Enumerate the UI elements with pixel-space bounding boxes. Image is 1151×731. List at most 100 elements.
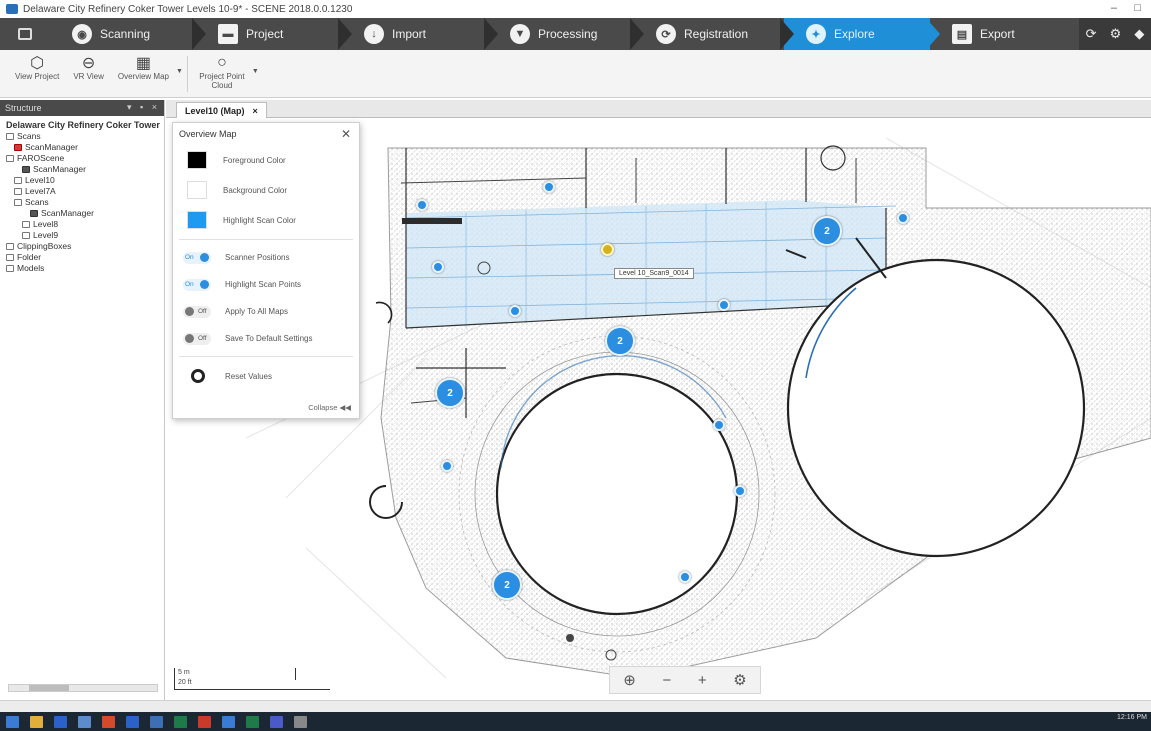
scan-manager-icon xyxy=(30,210,38,217)
ribbon-toolbar: ⬡ View Project ⊖ VR View ▦ Overview Map … xyxy=(0,50,1151,98)
reset-values-button[interactable]: Reset Values xyxy=(173,361,359,391)
tree-item[interactable]: Level9 xyxy=(6,230,164,241)
zoom-fit-icon[interactable]: ⊕ xyxy=(623,671,636,689)
background-color-swatch[interactable] xyxy=(187,181,207,199)
workflow-step-export[interactable]: ▤ Export xyxy=(926,18,1076,50)
panel-controls[interactable]: ▾ ▪ × xyxy=(127,102,160,113)
scrollbar-thumb[interactable] xyxy=(29,685,69,691)
project-icon[interactable] xyxy=(246,715,259,728)
scan-position-marker[interactable] xyxy=(543,181,555,193)
highlight-color-row[interactable]: Highlight Scan Color xyxy=(173,205,359,235)
project-point-cloud-dropdown-icon[interactable]: ▼ xyxy=(252,68,259,75)
foreground-color-swatch[interactable] xyxy=(187,151,207,169)
word-icon[interactable] xyxy=(54,715,67,728)
file-explorer-icon[interactable] xyxy=(30,715,43,728)
tree-item[interactable]: Level7A xyxy=(6,186,164,197)
tree-item[interactable]: Level8 xyxy=(6,219,164,230)
highlight-color-swatch[interactable] xyxy=(187,211,207,229)
tree-item[interactable]: ScanManager xyxy=(6,208,164,219)
workflow-step-scanning[interactable]: ◉ Scanning xyxy=(50,18,196,50)
tree-item[interactable]: ScanManager xyxy=(6,142,164,153)
zoom-out-icon[interactable]: − xyxy=(662,672,671,689)
workflow-step-project[interactable]: ▬ Project xyxy=(192,18,342,50)
app-icon[interactable] xyxy=(150,715,163,728)
expand-toggle-icon xyxy=(6,155,14,162)
scan-position-marker[interactable] xyxy=(416,199,428,211)
toggle-list: On Scanner Positions On Highlight Scan Poin… xyxy=(173,244,359,352)
tree-item[interactable]: Scans xyxy=(6,197,164,208)
toggle-row: On Scanner Positions xyxy=(183,251,290,264)
home-button[interactable] xyxy=(0,18,50,50)
view-project-button[interactable]: ⬡ View Project xyxy=(8,54,66,81)
scan-position-marker[interactable] xyxy=(509,305,521,317)
scan-cluster-marker[interactable]: 2 xyxy=(605,326,635,356)
tree-item[interactable]: Level10 xyxy=(6,175,164,186)
zoom-in-icon[interactable]: + xyxy=(698,672,707,689)
system-tray: 12:16 PM xyxy=(1117,714,1147,722)
toggle-switch[interactable]: On xyxy=(183,278,211,291)
toggle-switch[interactable]: Off xyxy=(183,305,211,318)
help-icon[interactable]: ◆ xyxy=(1134,26,1144,42)
gear-icon[interactable]: ⚙ xyxy=(1110,26,1122,42)
workflow-step-explore[interactable]: ✦ Explore xyxy=(780,18,930,50)
selected-scan-marker[interactable] xyxy=(601,243,614,256)
expand-toggle-icon xyxy=(6,254,14,261)
tree-item[interactable]: Delaware City Refinery Coker Tower xyxy=(6,120,164,131)
scan-cluster-marker[interactable]: 2 xyxy=(812,216,842,246)
minimize-button[interactable]: – xyxy=(1111,2,1117,14)
zoom-toolbar: ⊕ − + ⚙ xyxy=(609,666,761,694)
vr-view-button[interactable]: ⊖ VR View xyxy=(66,54,111,81)
map-settings-icon[interactable]: ⚙ xyxy=(733,671,746,689)
scan-position-marker[interactable] xyxy=(441,460,453,472)
background-color-row[interactable]: Background Color xyxy=(173,175,359,205)
overview-map-dropdown-icon[interactable]: ▼ xyxy=(176,68,183,75)
close-panel-icon[interactable]: ✕ xyxy=(341,127,351,141)
tree-item[interactable]: FAROScene xyxy=(6,153,164,164)
scan-cluster-marker[interactable]: 2 xyxy=(492,570,522,600)
powerpoint-icon[interactable] xyxy=(198,715,211,728)
toggle-switch[interactable]: On xyxy=(183,251,211,264)
workflow-step-processing[interactable]: ▼ Processing xyxy=(484,18,634,50)
scan-position-marker[interactable] xyxy=(713,419,725,431)
scan-position-marker[interactable] xyxy=(897,212,909,224)
tree-item[interactable]: Scans xyxy=(6,131,164,142)
horizontal-scrollbar[interactable] xyxy=(8,684,158,692)
folder-icon: ▬ xyxy=(218,24,238,44)
scan-position-marker[interactable] xyxy=(718,299,730,311)
teams-icon[interactable] xyxy=(270,715,283,728)
clock[interactable]: 12:16 PM xyxy=(1117,714,1147,721)
overview-map-button[interactable]: ▦ Overview Map xyxy=(111,54,176,81)
structure-panel-header: Structure ▾ ▪ × xyxy=(0,100,164,116)
start-icon[interactable] xyxy=(6,715,19,728)
collapse-button[interactable]: Collapse ◀◀ xyxy=(308,403,351,412)
workflow-step-registration[interactable]: ⟳ Registration xyxy=(630,18,784,50)
overview-panel-header: Overview Map ✕ xyxy=(179,127,351,141)
workflow-step-import[interactable]: ↓ Import xyxy=(338,18,488,50)
excel-icon[interactable] xyxy=(174,715,187,728)
maximize-button[interactable]: □ xyxy=(1134,2,1141,14)
foreground-color-row[interactable]: Foreground Color xyxy=(173,145,359,175)
tab-level10-map[interactable]: Level10 (Map) × xyxy=(176,102,267,118)
scene-taskbar-icon[interactable] xyxy=(78,715,91,728)
tree-item[interactable]: ClippingBoxes xyxy=(6,241,164,252)
project-point-cloud-button[interactable]: ○ Project Point Cloud xyxy=(192,54,252,90)
cube-icon: ⬡ xyxy=(30,55,45,72)
scan-position-marker[interactable] xyxy=(734,485,746,497)
outlook-icon[interactable] xyxy=(126,715,139,728)
misc-app-icon[interactable] xyxy=(294,715,307,728)
scan-position-marker[interactable] xyxy=(679,571,691,583)
scan-cluster-marker[interactable]: 2 xyxy=(435,378,465,408)
sync-icon[interactable]: ⟳ xyxy=(1086,26,1097,42)
tree-item[interactable]: ScanManager xyxy=(6,164,164,175)
onenote-icon[interactable] xyxy=(222,715,235,728)
scan-position-marker[interactable] xyxy=(432,261,444,273)
status-strip xyxy=(0,700,1151,712)
map-icon: ▦ xyxy=(135,55,151,72)
tree-item[interactable]: Models xyxy=(6,263,164,274)
chrome-icon[interactable] xyxy=(102,715,115,728)
expand-toggle-icon xyxy=(14,199,22,206)
tree-item[interactable]: Folder xyxy=(6,252,164,263)
close-tab-icon[interactable]: × xyxy=(253,106,258,116)
scanner-icon: ◉ xyxy=(72,24,92,44)
toggle-switch[interactable]: Off xyxy=(183,332,211,345)
